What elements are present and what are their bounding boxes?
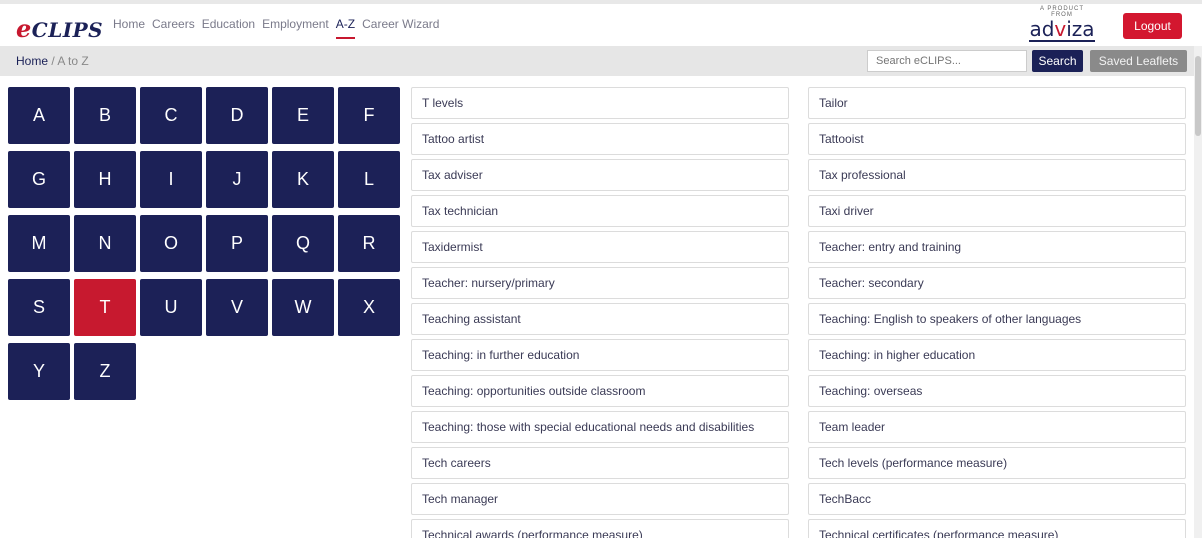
result-item[interactable]: TechBacc	[808, 483, 1186, 515]
letter-tile-a[interactable]: A	[8, 87, 70, 144]
letter-tile-o[interactable]: O	[140, 215, 202, 272]
letter-tile-f[interactable]: F	[338, 87, 400, 144]
letter-tile-e[interactable]: E	[272, 87, 334, 144]
letter-tile-v[interactable]: V	[206, 279, 268, 336]
result-item[interactable]: Team leader	[808, 411, 1186, 443]
result-item[interactable]: Teaching: opportunities outside classroo…	[411, 375, 789, 407]
letter-tile-h[interactable]: H	[74, 151, 136, 208]
saved-leaflets-button[interactable]: Saved Leaflets	[1090, 50, 1187, 72]
breadcrumb-separator: /	[48, 54, 58, 68]
nav-career-wizard[interactable]: Career Wizard	[362, 17, 439, 31]
letter-tile-i[interactable]: I	[140, 151, 202, 208]
result-item[interactable]: Tattoo artist	[411, 123, 789, 155]
breadcrumb-current: A to Z	[57, 54, 89, 68]
result-item[interactable]: Teacher: secondary	[808, 267, 1186, 299]
result-item[interactable]: Tech careers	[411, 447, 789, 479]
letter-tile-q[interactable]: Q	[272, 215, 334, 272]
partner-brand: adviza	[1029, 17, 1095, 42]
result-item[interactable]: Tech manager	[411, 483, 789, 515]
result-item[interactable]: Teaching: English to speakers of other l…	[808, 303, 1186, 335]
result-item[interactable]: Tax adviser	[411, 159, 789, 191]
nav-careers[interactable]: Careers	[152, 17, 195, 31]
result-item[interactable]: Teaching: in higher education	[808, 339, 1186, 371]
results-column-right: Tailor Tattooist Tax professional Taxi driv…	[808, 87, 1186, 538]
nav-a-z[interactable]: A-Z	[335, 17, 356, 39]
result-item[interactable]: Teaching: those with special educational…	[411, 411, 789, 443]
letter-tile-l[interactable]: L	[338, 151, 400, 208]
result-item[interactable]: Tax professional	[808, 159, 1186, 191]
eclips-logo[interactable]: eCLIPS	[16, 14, 103, 43]
scrollbar[interactable]	[1194, 46, 1202, 538]
breadcrumb-home[interactable]: Home	[16, 54, 48, 68]
letter-tile-w[interactable]: W	[272, 279, 334, 336]
letter-tile-j[interactable]: J	[206, 151, 268, 208]
logout-button[interactable]: Logout	[1123, 13, 1182, 39]
letter-tile-k[interactable]: K	[272, 151, 334, 208]
letter-tile-c[interactable]: C	[140, 87, 202, 144]
result-item[interactable]: Taxidermist	[411, 231, 789, 263]
search-input[interactable]	[867, 50, 1027, 72]
letter-tile-b[interactable]: B	[74, 87, 136, 144]
result-item[interactable]: Taxi driver	[808, 195, 1186, 227]
result-item[interactable]: Teacher: entry and training	[808, 231, 1186, 263]
result-item[interactable]: Teacher: nursery/primary	[411, 267, 789, 299]
breadcrumb: Home / A to Z	[16, 54, 89, 68]
result-item[interactable]: T levels	[411, 87, 789, 119]
letter-tile-u[interactable]: U	[140, 279, 202, 336]
results-column-left: T levels Tattoo artist Tax adviser Tax tech…	[411, 87, 789, 538]
main-nav: Home Careers Education Employment A-Z Ca…	[113, 17, 446, 39]
top-navbar: eCLIPS Home Careers Education Employment…	[0, 4, 1194, 46]
result-item[interactable]: Tattooist	[808, 123, 1186, 155]
letter-tile-p[interactable]: P	[206, 215, 268, 272]
sub-toolbar: Home / A to Z Search Saved Leaflets	[0, 46, 1194, 76]
result-item[interactable]: Teaching assistant	[411, 303, 789, 335]
result-item[interactable]: Teaching: in further education	[411, 339, 789, 371]
letter-tile-n[interactable]: N	[74, 215, 136, 272]
scrollbar-thumb[interactable]	[1195, 56, 1201, 136]
nav-employment[interactable]: Employment	[262, 17, 329, 31]
letter-tile-d[interactable]: D	[206, 87, 268, 144]
search-button[interactable]: Search	[1032, 50, 1083, 72]
result-item[interactable]: Tax technician	[411, 195, 789, 227]
result-item[interactable]: Tech levels (performance measure)	[808, 447, 1186, 479]
adviza-logo: A PRODUCT FROM adviza	[1028, 6, 1096, 42]
result-item[interactable]: Technical awards (performance measure)	[411, 519, 789, 538]
letter-tile-g[interactable]: G	[8, 151, 70, 208]
letter-tile-y[interactable]: Y	[8, 343, 70, 400]
nav-education[interactable]: Education	[202, 17, 255, 31]
result-item[interactable]: Technical certificates (performance meas…	[808, 519, 1186, 538]
letter-tile-m[interactable]: M	[8, 215, 70, 272]
nav-home[interactable]: Home	[113, 17, 145, 31]
letter-tile-s[interactable]: S	[8, 279, 70, 336]
letter-tile-z[interactable]: Z	[74, 343, 136, 400]
result-item[interactable]: Teaching: overseas	[808, 375, 1186, 407]
result-item[interactable]: Tailor	[808, 87, 1186, 119]
letter-tile-r[interactable]: R	[338, 215, 400, 272]
letter-tile-x[interactable]: X	[338, 279, 400, 336]
letter-tile-t[interactable]: T	[74, 279, 136, 336]
